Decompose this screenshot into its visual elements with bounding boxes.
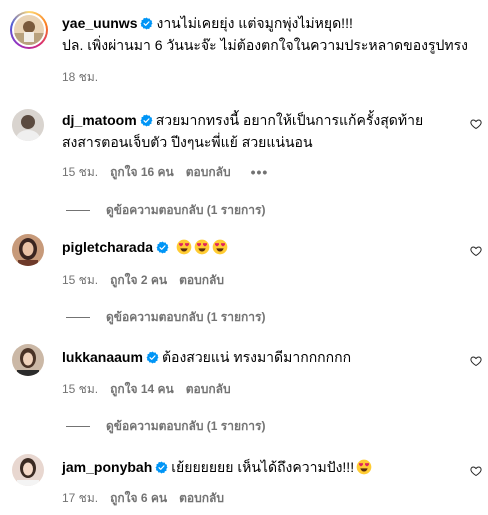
verified-badge-icon	[155, 461, 168, 474]
heart-outline-icon[interactable]	[470, 355, 482, 367]
avatar-image	[12, 454, 44, 486]
comment-time[interactable]: 17 ชม.	[62, 491, 98, 505]
caption-text-line-1: งานไม่เคยยุ่ง แต่จมูกพุ่งไม่หยุด!!!	[156, 15, 353, 31]
comment-avatar[interactable]	[12, 344, 44, 376]
heart-eyes-emoji	[176, 239, 192, 255]
verified-badge-icon	[146, 351, 159, 364]
heart-outline-icon[interactable]	[470, 465, 482, 477]
view-replies-button[interactable]: ดูข้อความตอบกลับ (1 รายการ)	[66, 310, 265, 324]
comment-line-2: สงสารตอนเจ็บตัว ปีงๆนะพี่แย้ สวยแน่นอน	[62, 133, 313, 151]
comment-username[interactable]: jam_ponybah	[62, 459, 152, 475]
comment-avatar[interactable]	[12, 234, 44, 266]
comment-text: ต้องสวยแน่ ทรงมาดีมากกกกกก	[161, 349, 352, 365]
view-replies-label: ดูข้อความตอบกลับ (1 รายการ)	[106, 419, 266, 433]
comment-text-line-2: สงสารตอนเจ็บตัว ปีงๆนะพี่แย้ สวยแน่นอน	[62, 134, 313, 150]
more-options-button[interactable]: •••	[251, 165, 269, 179]
comment-text: เย้ยยยยยย เห็นได้ถึงความปัง!!!	[171, 459, 355, 475]
avatar-image	[12, 344, 44, 376]
caption-meta: 18 ชม.	[62, 70, 110, 84]
avatar-image	[12, 234, 44, 266]
comment-text-line-1: สวยมากทรงนี้ อยากให้เป็นการแก้ครั้งสุดท้…	[155, 112, 424, 128]
view-replies-label: ดูข้อความตอบกลับ (1 รายการ)	[106, 310, 266, 324]
comment-avatar[interactable]	[12, 109, 44, 141]
comment-meta: 15 ชม. ถูกใจ 2 คน ตอบกลับ	[62, 273, 236, 287]
comment-likes[interactable]: ถูกใจ 6 คน	[110, 491, 167, 505]
heart-eyes-emoji	[212, 239, 228, 255]
comment-line-1: lukkanaaum ต้องสวยแน่ ทรงมาดีมากกกกกก	[62, 348, 351, 366]
avatar-image	[12, 109, 44, 141]
replies-divider	[66, 316, 90, 318]
reply-button[interactable]: ตอบกลับ	[186, 165, 231, 179]
comment-likes[interactable]: ถูกใจ 16 คน	[110, 165, 174, 179]
comment-likes[interactable]: ถูกใจ 2 คน	[110, 273, 167, 287]
replies-divider	[66, 209, 90, 211]
comment-meta: 15 ชม. ถูกใจ 16 คน ตอบกลับ •••	[62, 165, 280, 179]
heart-eyes-emoji	[194, 239, 210, 255]
comment-time[interactable]: 15 ชม.	[62, 273, 98, 287]
caption-avatar-image	[14, 15, 44, 45]
comment-line-1: pigletcharada	[62, 238, 230, 256]
heart-outline-icon[interactable]	[470, 118, 482, 130]
reply-button[interactable]: ตอบกลับ	[186, 382, 231, 396]
comment-time[interactable]: 15 ชม.	[62, 165, 98, 179]
comment-meta: 15 ชม. ถูกใจ 14 คน ตอบกลับ	[62, 382, 243, 396]
caption-text-line-2: ปล. เพิ่งผ่านมา 6 วันนะจ๊ะ ไม่ต้องตกใจใน…	[62, 37, 468, 53]
comment-username[interactable]: pigletcharada	[62, 239, 153, 255]
view-replies-button[interactable]: ดูข้อความตอบกลับ (1 รายการ)	[66, 419, 265, 433]
view-replies-button[interactable]: ดูข้อความตอบกลับ (1 รายการ)	[66, 203, 265, 217]
verified-badge-icon	[140, 17, 153, 30]
reply-button[interactable]: ตอบกลับ	[179, 273, 224, 287]
verified-badge-icon	[140, 114, 153, 127]
comment-time[interactable]: 15 ชม.	[62, 382, 98, 396]
heart-eyes-emoji	[356, 459, 372, 475]
caption-line-2: ปล. เพิ่งผ่านมา 6 วันนะจ๊ะ ไม่ต้องตกใจใน…	[62, 36, 468, 54]
comment-likes[interactable]: ถูกใจ 14 คน	[110, 382, 174, 396]
comment-meta: 17 ชม. ถูกใจ 6 คน ตอบกลับ	[62, 491, 236, 505]
caption-line-1: yae_uunws งานไม่เคยยุ่ง แต่จมูกพุ่งไม่หยุ…	[62, 14, 353, 32]
caption-username[interactable]: yae_uunws	[62, 15, 137, 31]
comment-username[interactable]: lukkanaaum	[62, 349, 143, 365]
caption-avatar[interactable]	[10, 11, 48, 49]
comment-line-1: jam_ponybah เย้ยยยยยย เห็นได้ถึงความปัง!!…	[62, 458, 374, 476]
comment-username[interactable]: dj_matoom	[62, 112, 137, 128]
caption-time[interactable]: 18 ชม.	[62, 70, 98, 84]
view-replies-label: ดูข้อความตอบกลับ (1 รายการ)	[106, 203, 266, 217]
reply-button[interactable]: ตอบกลับ	[179, 491, 224, 505]
replies-divider	[66, 425, 90, 427]
heart-outline-icon[interactable]	[470, 245, 482, 257]
comment-line-1: dj_matoom สวยมากทรงนี้ อยากให้เป็นการแก้ค…	[62, 111, 423, 129]
comment-avatar[interactable]	[12, 454, 44, 486]
verified-badge-icon	[156, 241, 169, 254]
